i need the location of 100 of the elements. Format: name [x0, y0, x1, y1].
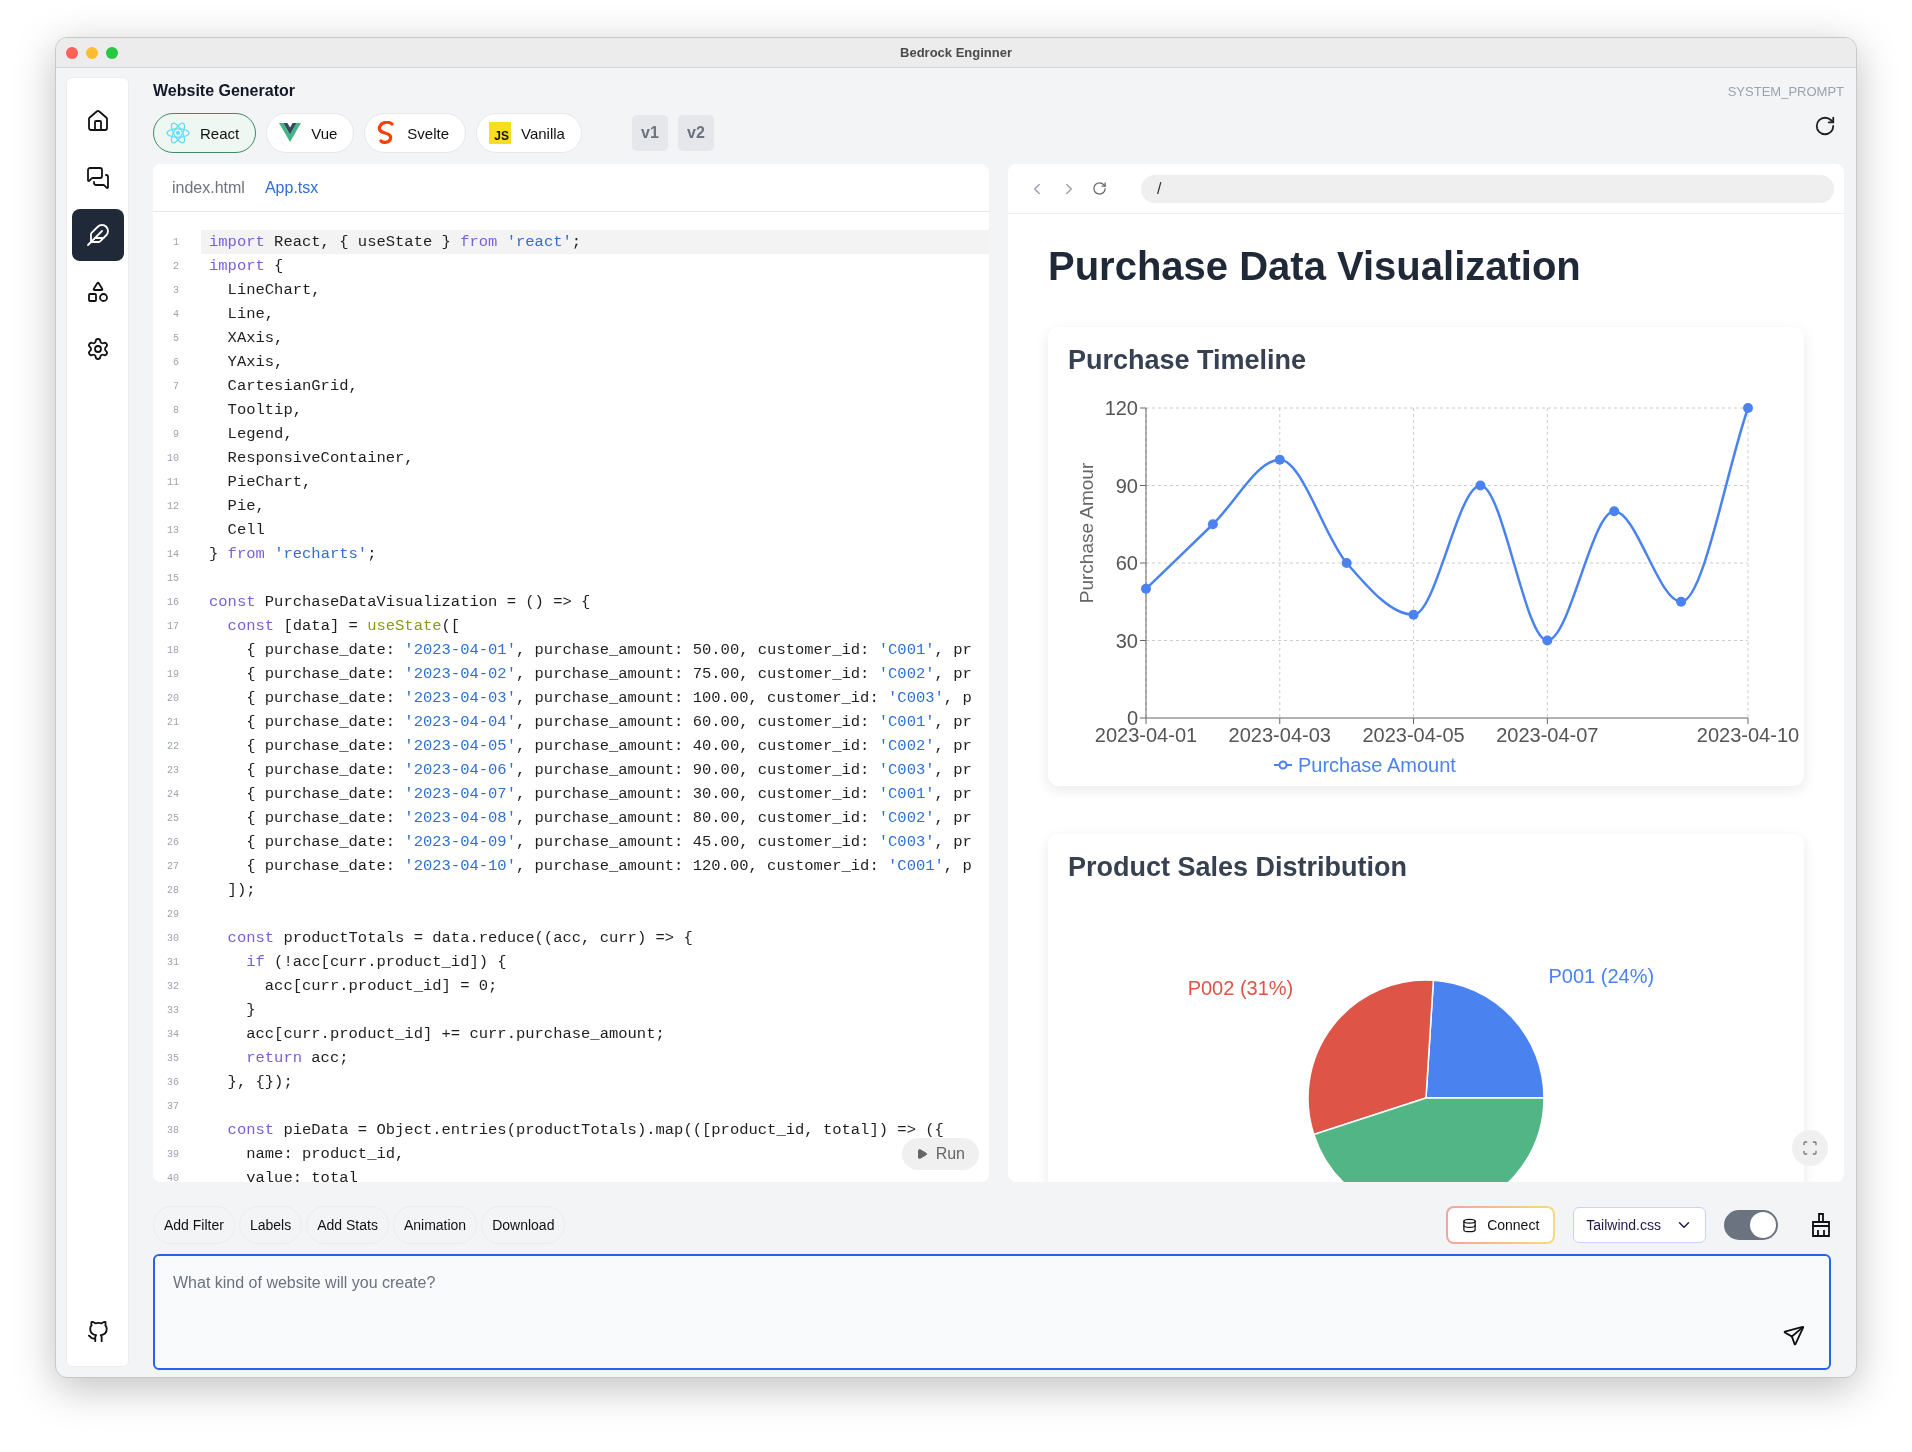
line-number: 8 — [172, 404, 179, 416]
code-line: { purchase_date: '2023-04-07', purchase_amount: 30.00, customer_id: 'C001', pr — [245, 785, 972, 803]
code-line: Cell — [226, 521, 265, 539]
code-line: PieChart, — [226, 473, 312, 491]
file-tab[interactable]: index.html — [172, 178, 245, 197]
framework-tab[interactable]: Svelte — [364, 113, 467, 153]
line-number: 6 — [172, 356, 179, 368]
line-number: 35 — [166, 1052, 179, 1064]
suggestion-chip[interactable]: Animation — [392, 1206, 478, 1244]
code-line: const productTotals = data.reduce((acc, curr) => { — [226, 929, 693, 947]
code-line: name: product_id, — [245, 1145, 405, 1163]
code-line: YAxis, — [226, 353, 284, 371]
code-line: return acc; — [245, 1049, 349, 1067]
reload-icon[interactable] — [1092, 181, 1107, 196]
toggle-switch[interactable] — [1724, 1210, 1778, 1240]
x-tick-label: 2023-04-05 — [1362, 724, 1465, 746]
play-icon — [915, 1148, 928, 1160]
url-field[interactable]: / — [1141, 174, 1834, 203]
line-number: 17 — [166, 620, 179, 632]
code-line: { purchase_date: '2023-04-01', purchase_amount: 50.00, customer_id: 'C001', pr — [245, 641, 972, 659]
version-button[interactable]: v2 — [677, 115, 714, 151]
prompt-field[interactable]: What kind of website will you create? — [153, 1254, 1831, 1370]
framework-tab[interactable]: Vue — [266, 113, 355, 153]
data-point — [1475, 480, 1486, 491]
code-line: } — [245, 1001, 256, 1019]
line-number: 39 — [166, 1148, 179, 1160]
y-axis-label: Purchase Amour — [1076, 462, 1097, 604]
line-number: 31 — [166, 956, 179, 968]
y-tick-label: 120 — [1104, 397, 1138, 419]
v-logo-icon — [279, 123, 302, 143]
code-line: Pie, — [226, 497, 265, 515]
connect-button[interactable]: Connect — [1448, 1208, 1554, 1242]
code-line: }, {}); — [226, 1073, 293, 1091]
code-line: Line, — [226, 305, 275, 323]
data-point — [1676, 596, 1687, 607]
suggestion-chip[interactable]: Add Filter — [153, 1206, 235, 1244]
run-button[interactable]: Run — [901, 1138, 979, 1170]
line-number: 12 — [166, 500, 179, 512]
page-title: Website Generator — [153, 82, 295, 100]
code-line: { purchase_date: '2023-04-06', purchase_amount: 90.00, customer_id: 'C003', pr — [245, 761, 972, 779]
data-point — [1743, 403, 1753, 413]
framework-tab[interactable]: JS Vanilla — [476, 113, 582, 153]
line-number: 34 — [166, 1028, 179, 1040]
code-line: { purchase_date: '2023-04-02', purchase_amount: 75.00, customer_id: 'C002', pr — [245, 665, 972, 683]
x-tick-label: 2023-04-03 — [1228, 724, 1331, 746]
chat-icon — [85, 166, 110, 190]
line-number: 26 — [166, 836, 179, 848]
line-number: 21 — [166, 716, 179, 728]
code-line: Tooltip, — [226, 401, 302, 419]
line-number: 23 — [166, 764, 179, 776]
data-point — [1274, 454, 1285, 465]
file-tab[interactable]: App.tsx — [264, 178, 319, 197]
legend-line-icon — [1273, 760, 1293, 770]
suggestion-chip[interactable]: Labels — [238, 1206, 303, 1244]
data-point — [1341, 558, 1352, 568]
y-tick-label: 60 — [1115, 552, 1138, 574]
sidebar-item[interactable] — [71, 209, 124, 261]
code-line: import { — [208, 257, 284, 275]
code-line: { purchase_date: '2023-04-03', purchase_amount: 100.00, customer_id: 'C003', p — [245, 689, 972, 707]
data-point — [1609, 506, 1620, 517]
line-number: 37 — [166, 1100, 179, 1112]
style-select[interactable]: Tailwind.css — [1573, 1207, 1706, 1243]
code-line: } from 'recharts'; — [208, 545, 377, 563]
fullscreen-button[interactable] — [1792, 1130, 1828, 1166]
x-tick-label: 2023-04-07 — [1496, 724, 1599, 746]
line-number: 3 — [172, 284, 179, 296]
code-line: ResponsiveContainer, — [226, 449, 414, 467]
line-number: 2 — [172, 260, 179, 272]
line-number: 32 — [166, 980, 179, 992]
suggestion-chip[interactable]: Add Stats — [306, 1206, 389, 1244]
suggestion-chip[interactable]: Download — [481, 1206, 566, 1244]
code-line: const pieData = Object.entries(productTotals).map(([product_id, total]) => ({ — [226, 1121, 944, 1139]
y-tick-label: 30 — [1115, 629, 1138, 652]
code-line: Legend, — [226, 425, 293, 443]
data-point — [1207, 519, 1218, 530]
framework-tab[interactable]: React — [153, 113, 257, 153]
preview-heading: Purchase Data Visualization — [1048, 244, 1582, 289]
window-title: Bedrock Enginner — [900, 45, 1012, 60]
version-button[interactable]: v1 — [631, 115, 668, 151]
line-number: 38 — [166, 1124, 179, 1136]
line-number: 33 — [166, 1004, 179, 1016]
line-number: 15 — [166, 572, 179, 584]
feather-icon — [85, 223, 110, 247]
close-button[interactable] — [66, 47, 78, 59]
card-title: Product Sales Distribution — [1068, 852, 1409, 883]
line-number: 24 — [166, 788, 179, 800]
line-number: 18 — [166, 644, 179, 656]
line-number: 27 — [166, 860, 179, 872]
broom-icon[interactable] — [1810, 1213, 1832, 1237]
line-number: 14 — [166, 548, 179, 560]
shapes-icon — [85, 280, 110, 304]
code-line: { purchase_date: '2023-04-08', purchase_amount: 80.00, customer_id: 'C002', pr — [245, 809, 972, 827]
code-line: value: total — [245, 1169, 358, 1182]
line-number: 11 — [166, 476, 179, 488]
line-number: 16 — [166, 596, 179, 608]
refresh-icon[interactable] — [1814, 115, 1836, 137]
legend-label: Purchase Amount — [1298, 754, 1456, 776]
line-number: 4 — [172, 308, 179, 320]
code-line: { purchase_date: '2023-04-04', purchase_amount: 60.00, customer_id: 'C001', pr — [245, 713, 972, 731]
fullscreen-icon — [1802, 1140, 1818, 1156]
